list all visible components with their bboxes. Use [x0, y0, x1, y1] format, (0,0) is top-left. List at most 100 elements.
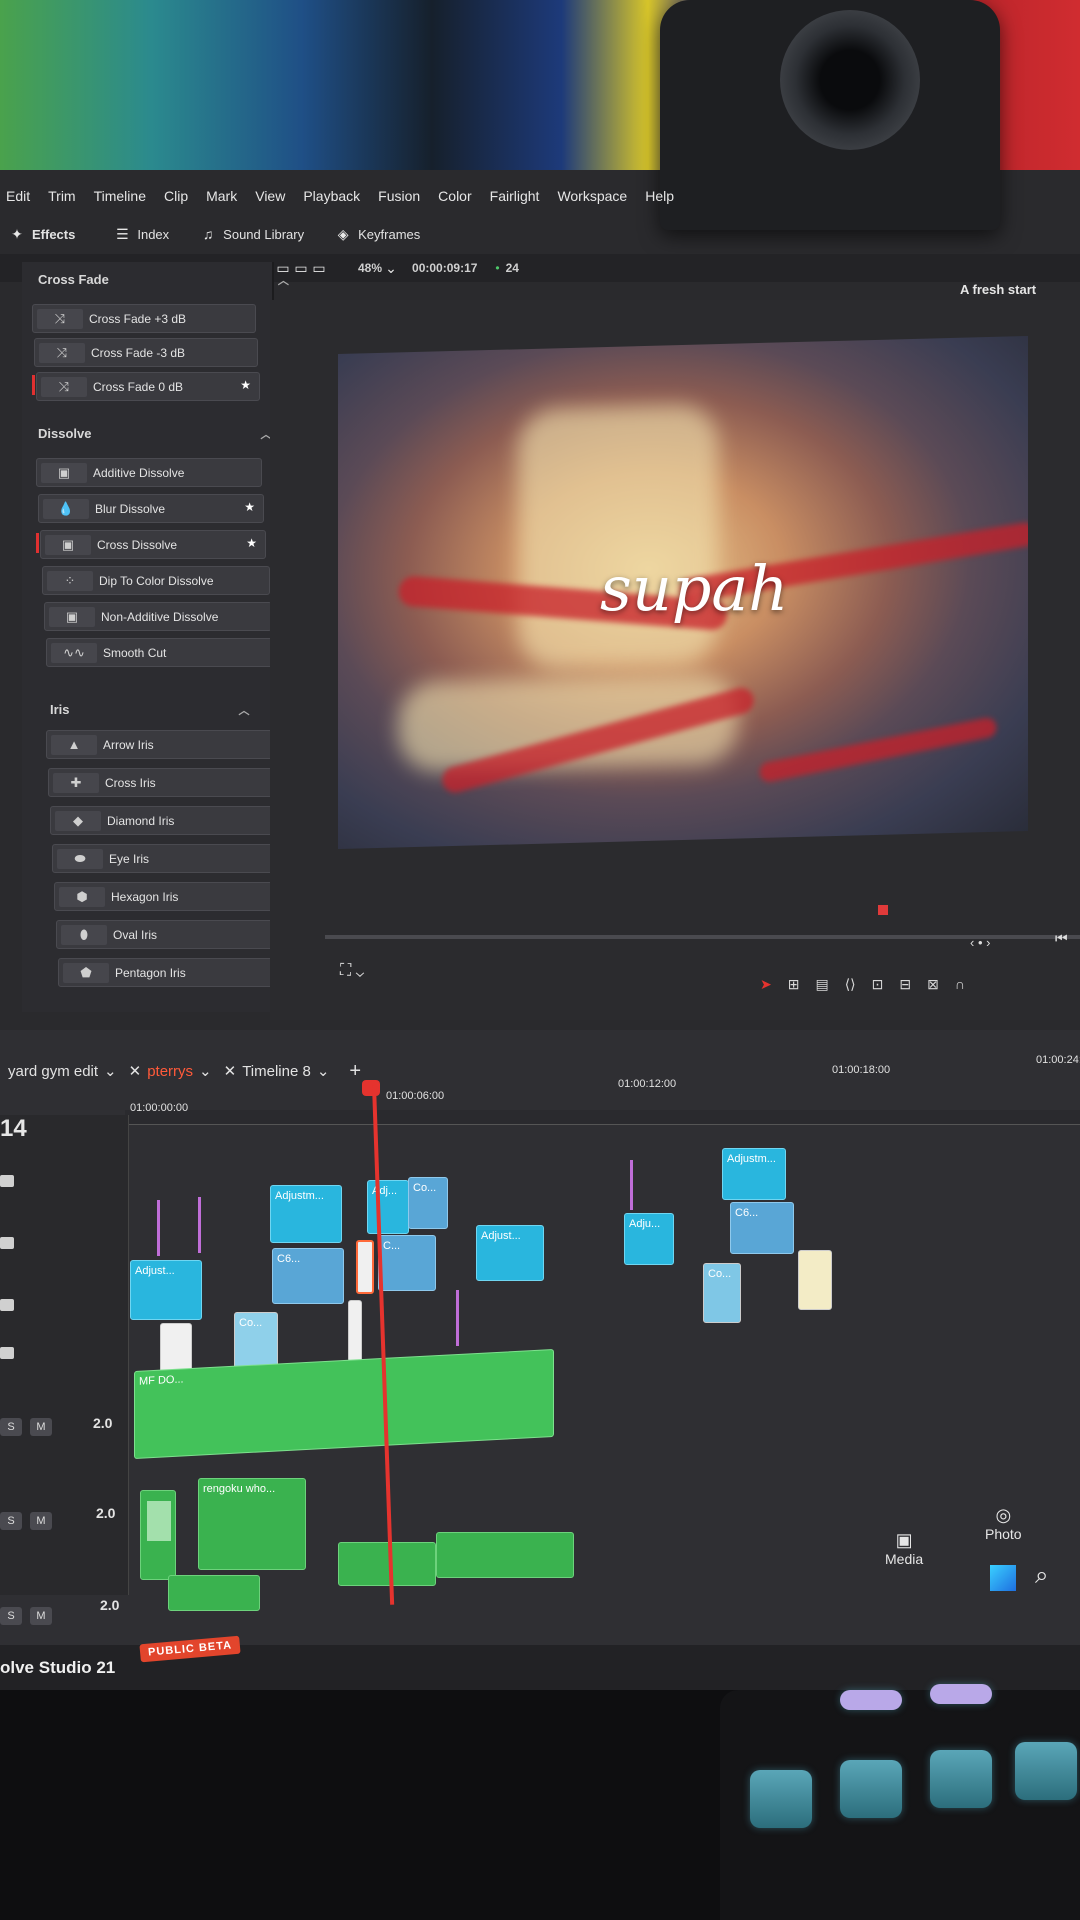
trim-icon[interactable]: ⊞ [788, 976, 800, 993]
mute-button[interactable]: M [30, 1418, 52, 1436]
close-icon[interactable]: ✕ [224, 1062, 237, 1080]
audio-clip[interactable] [436, 1532, 574, 1578]
deck-key[interactable] [930, 1684, 992, 1704]
menu-fairlight[interactable]: Fairlight [490, 188, 540, 204]
menu-workspace[interactable]: Workspace [557, 188, 627, 204]
group-header-iris[interactable]: Iris ︿ [50, 702, 250, 717]
marker[interactable] [630, 1160, 633, 1210]
dynamic-trim-icon[interactable]: ⟨⟩ [845, 976, 856, 993]
blade-icon[interactable]: ▤ [815, 976, 828, 993]
audio-clip[interactable] [168, 1575, 260, 1611]
video-clip[interactable]: Adjustm... [722, 1148, 786, 1200]
effect-eye-iris[interactable]: ⬬ Eye Iris [52, 844, 290, 873]
chevron-down-icon[interactable]: ⌄ [199, 1062, 212, 1080]
menu-mark[interactable]: Mark [206, 188, 237, 204]
image-clip[interactable]: Co... [703, 1263, 741, 1323]
group-header-dissolve[interactable]: Dissolve ︿ [38, 426, 271, 441]
effect-hexagon-iris[interactable]: ⬢ Hexagon Iris [54, 882, 292, 911]
favorite-star-icon[interactable]: ★ [246, 536, 257, 550]
marker[interactable] [456, 1290, 459, 1346]
tab-yard-gym-edit[interactable]: yard gym edit ⌄ [8, 1062, 117, 1081]
group-header-cross-fade[interactable]: Cross Fade ︿ [38, 272, 289, 287]
replace-icon[interactable]: ⊠ [927, 976, 939, 993]
viewer-scrub-bar[interactable] [325, 935, 1080, 939]
fusion-clip[interactable]: C6... [730, 1202, 794, 1254]
video-clip[interactable]: Adjust... [476, 1225, 544, 1281]
track-lock-icon[interactable] [0, 1237, 14, 1249]
viewer-playhead[interactable] [878, 905, 888, 915]
effect-smooth-cut[interactable]: ∿∿ Smooth Cut [46, 638, 274, 667]
close-icon[interactable]: ✕ [129, 1062, 142, 1080]
video-clip[interactable]: Co... [408, 1177, 448, 1229]
windows-start-icon[interactable] [990, 1565, 1016, 1591]
menu-trim[interactable]: Trim [48, 188, 75, 204]
effect-cross-dissolve[interactable]: ▣ Cross Dissolve ★ [36, 530, 266, 559]
menu-view[interactable]: View [255, 188, 285, 204]
effect-non-additive-dissolve[interactable]: ▣ Non-Additive Dissolve [44, 602, 272, 631]
deck-key[interactable] [840, 1690, 902, 1710]
fusion-clip[interactable]: C6... [272, 1248, 344, 1304]
effect-diamond-iris[interactable]: ◆ Diamond Iris [50, 806, 288, 835]
effect-dip-to-color-dissolve[interactable]: ⁘ Dip To Color Dissolve [42, 566, 270, 595]
video-clip[interactable]: Adjust... [130, 1260, 202, 1320]
marker[interactable] [157, 1200, 160, 1256]
track-lock-icon[interactable] [0, 1299, 14, 1311]
menu-fusion[interactable]: Fusion [378, 188, 420, 204]
effect-cross-fade-minus3[interactable]: ⤨ Cross Fade -3 dB [34, 338, 258, 367]
favorite-star-icon[interactable]: ★ [244, 500, 255, 514]
layout-dual-icon[interactable]: ▭ [292, 261, 310, 275]
solo-button[interactable]: S [0, 1418, 22, 1436]
marker[interactable] [198, 1197, 201, 1253]
audio-clip[interactable] [140, 1490, 176, 1580]
menu-color[interactable]: Color [438, 188, 471, 204]
sound-library-button[interactable]: ♫ Sound Library [199, 227, 304, 242]
deck-key[interactable] [750, 1770, 812, 1828]
solo-button[interactable]: S [0, 1607, 22, 1625]
effects-button[interactable]: ✦ Effects [8, 227, 75, 242]
collapse-icon[interactable]: ︿ [239, 702, 250, 718]
nav-arrows-icon[interactable]: ‹ • › [970, 935, 990, 950]
audio-clip[interactable] [338, 1542, 436, 1586]
deck-key[interactable] [1015, 1742, 1077, 1800]
effect-cross-iris[interactable]: ✚ Cross Iris [48, 768, 286, 797]
index-button[interactable]: ☰ Index [113, 227, 169, 242]
add-tab-button[interactable]: + [349, 1060, 361, 1083]
page-photo-button[interactable]: ◎ Photo [985, 1505, 1022, 1542]
transform-icon[interactable]: ⛶ ⌄ [340, 962, 364, 980]
timeline-playhead-handle[interactable] [362, 1080, 380, 1096]
keyframes-button[interactable]: ◈ Keyframes [334, 227, 421, 242]
skip-start-icon[interactable]: ⏮ [1055, 930, 1068, 947]
deck-key[interactable] [840, 1760, 902, 1818]
effect-cross-fade-plus3[interactable]: ⤨ Cross Fade +3 dB [32, 304, 256, 333]
effect-cross-fade-0[interactable]: ⤨ Cross Fade 0 dB ★ [32, 372, 260, 401]
tab-pterrys[interactable]: ✕ pterrys ⌄ [129, 1062, 212, 1081]
fusion-clip[interactable]: C... [378, 1235, 436, 1291]
mute-button[interactable]: M [30, 1607, 52, 1625]
chevron-down-icon[interactable]: ⌄ [317, 1062, 330, 1080]
zoom-level[interactable]: 48% [358, 261, 382, 275]
image-clip[interactable] [798, 1250, 832, 1310]
zoom-chevron-icon[interactable]: ⌄ [382, 261, 400, 275]
menu-timeline[interactable]: Timeline [94, 188, 146, 204]
favorite-star-icon[interactable]: ★ [240, 378, 251, 392]
track-lock-icon[interactable] [0, 1347, 14, 1359]
tab-timeline-8[interactable]: ✕ Timeline 8 ⌄ [224, 1062, 330, 1081]
search-icon[interactable]: ⌕ [1035, 1562, 1048, 1590]
select-pointer-icon[interactable]: ➤ [760, 976, 772, 993]
page-media-button[interactable]: ▣ Media [885, 1530, 923, 1567]
deck-key[interactable] [930, 1750, 992, 1808]
overwrite-icon[interactable]: ⊟ [899, 976, 911, 993]
audio-clip[interactable]: rengoku who... [198, 1478, 306, 1570]
effect-arrow-iris[interactable]: ▲ Arrow Iris [46, 730, 284, 759]
video-clip[interactable]: Adju... [624, 1213, 674, 1265]
snap-icon[interactable]: ∩ [955, 976, 965, 993]
collapse-icon[interactable]: ︿ [278, 272, 289, 288]
video-clip[interactable]: Adjustm... [270, 1185, 342, 1243]
selected-clip[interactable] [356, 1240, 374, 1294]
menu-clip[interactable]: Clip [164, 188, 188, 204]
menu-help[interactable]: Help [645, 188, 674, 204]
effect-blur-dissolve[interactable]: 💧 Blur Dissolve ★ [38, 494, 264, 523]
insert-icon[interactable]: ⊡ [872, 976, 884, 993]
menu-playback[interactable]: Playback [303, 188, 360, 204]
effect-oval-iris[interactable]: ⬮ Oval Iris [56, 920, 294, 949]
